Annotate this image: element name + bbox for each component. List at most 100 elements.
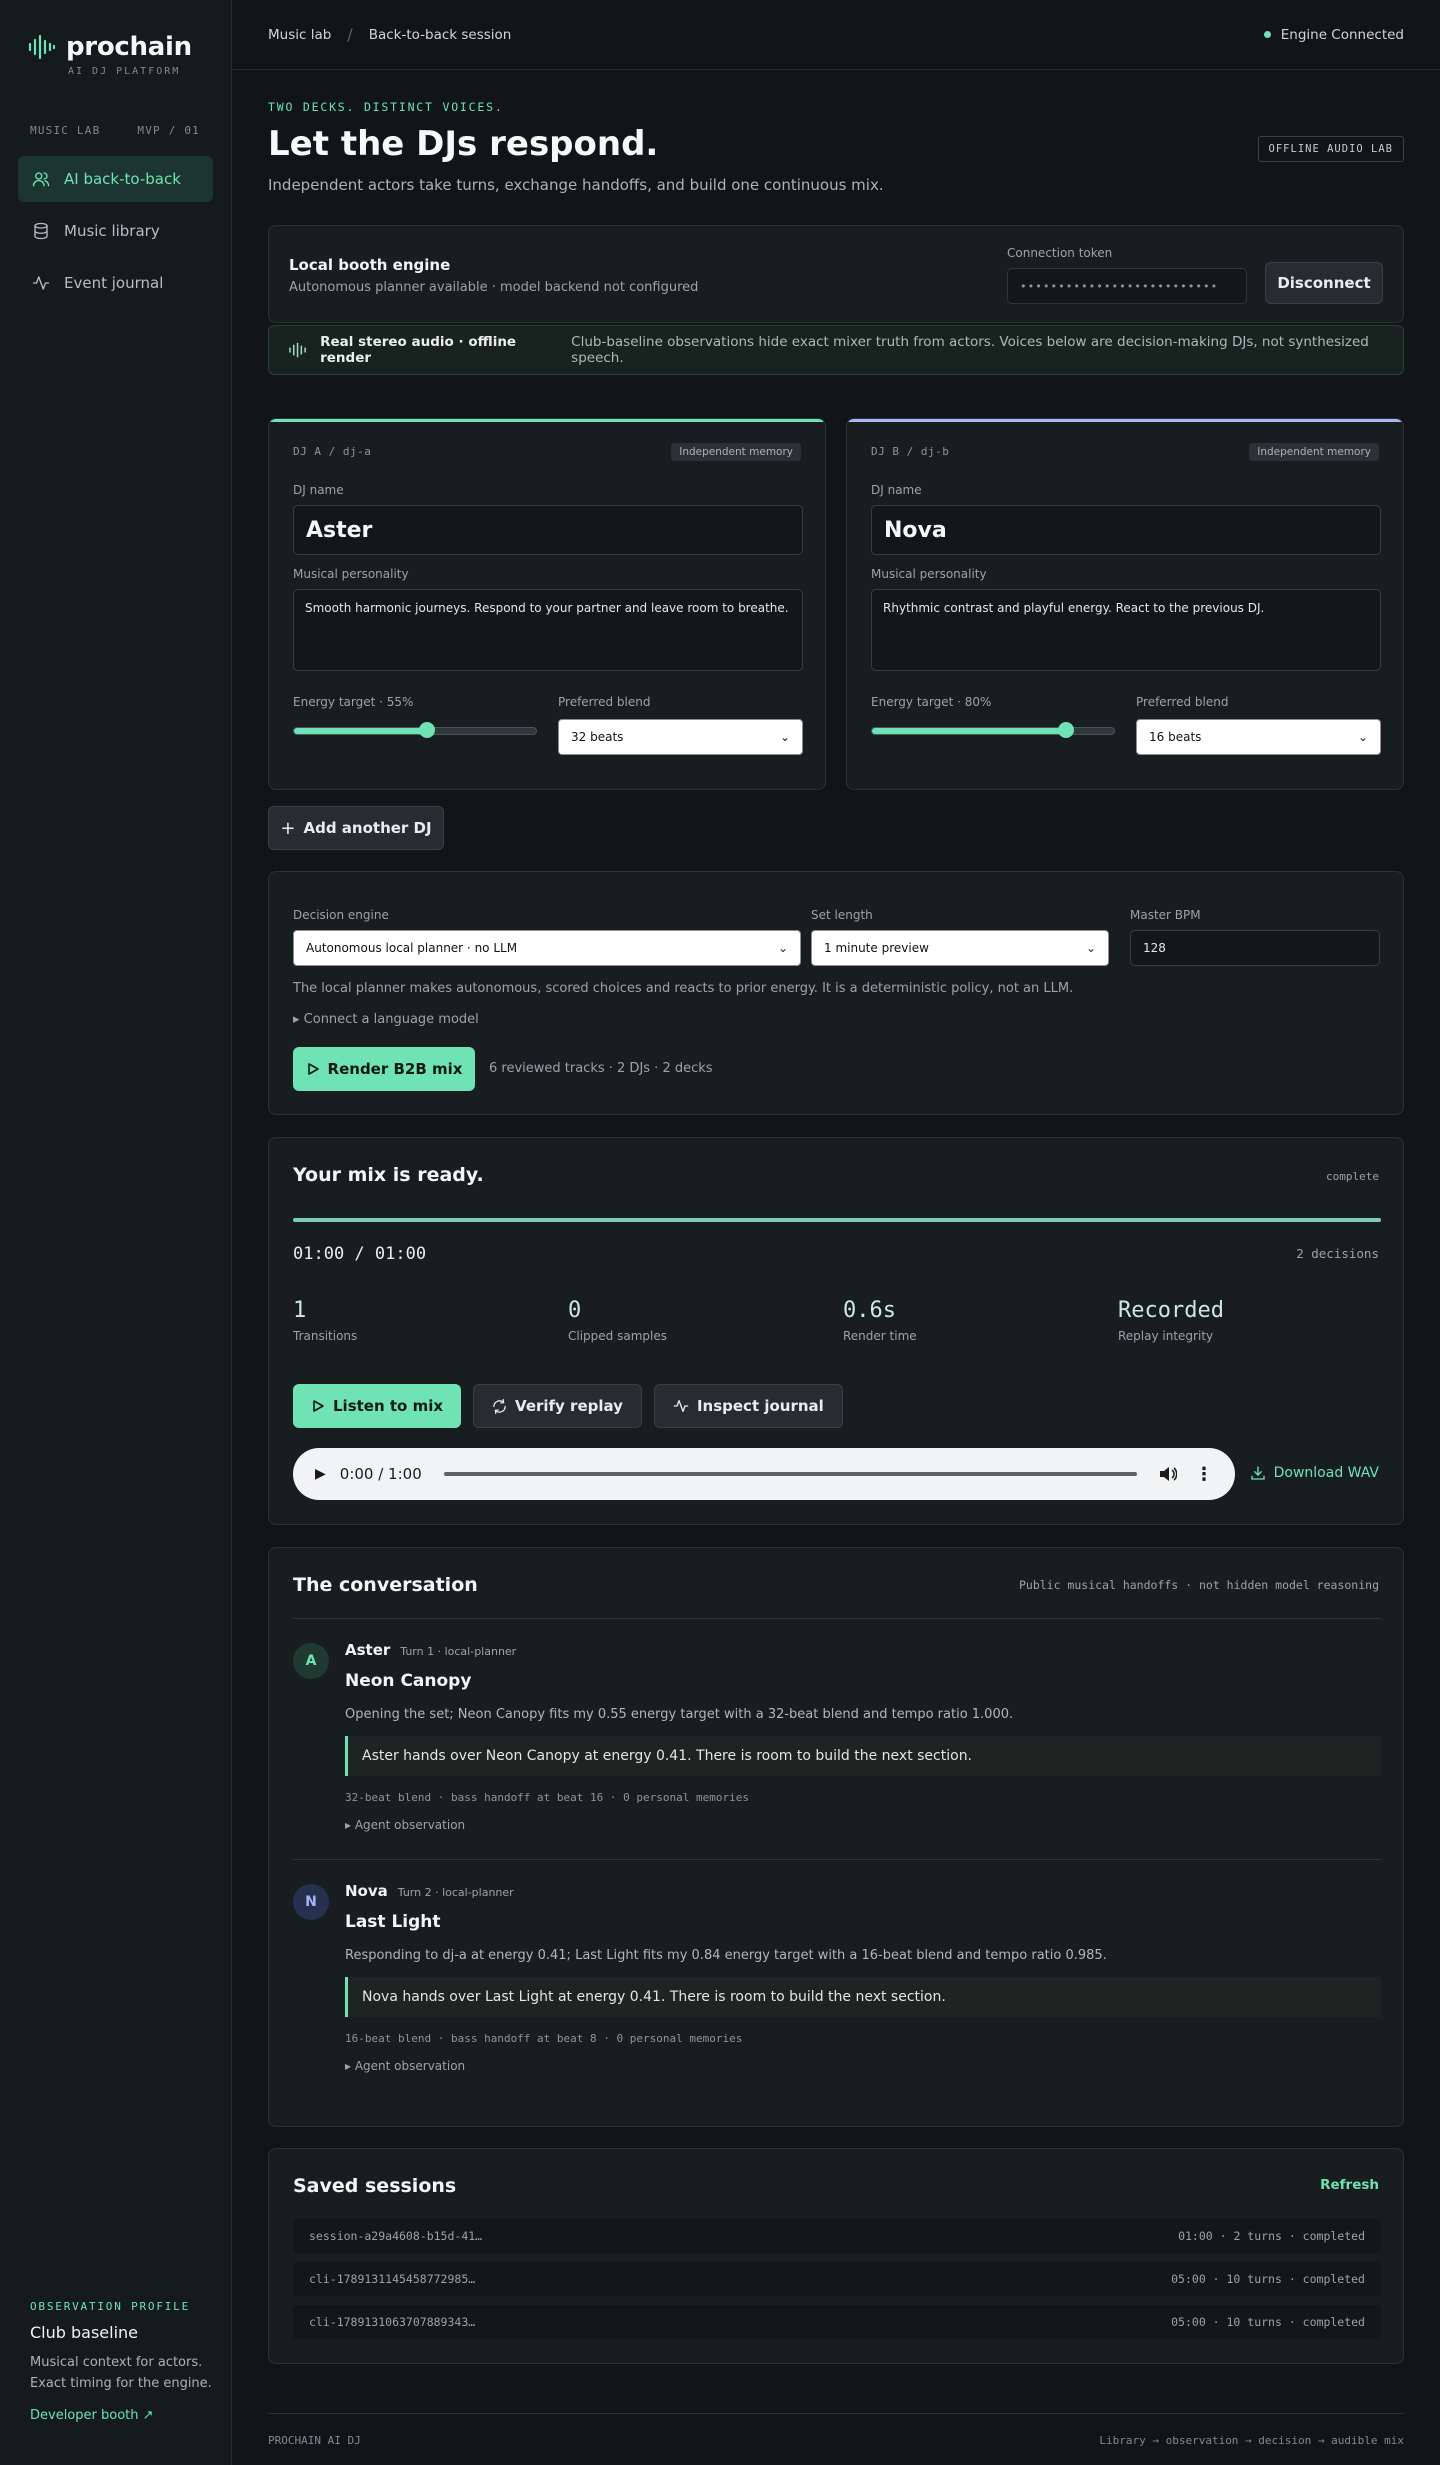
listen-button[interactable]: Listen to mix	[293, 1384, 462, 1428]
verify-label: Verify replay	[515, 1397, 623, 1415]
turn-meta: Turn 1 · local-planner	[400, 1645, 517, 1658]
connect-llm-toggle[interactable]: ▸ Connect a language model	[293, 1012, 479, 1027]
player-play-icon[interactable]: ▶	[315, 1466, 326, 1482]
mix-status: complete	[1326, 1170, 1379, 1183]
blend-value: 16 beats	[1149, 730, 1202, 744]
observation-desc-line: Musical context for actors.	[30, 2355, 203, 2370]
sidebar-item-ai-back-to-back[interactable]: AI back-to-back	[18, 156, 213, 202]
logo[interactable]: prochain AI DJ PLATFORM	[28, 32, 192, 77]
divider	[293, 1618, 1381, 1619]
footer-pipeline: Library → observation → decision → audib…	[1099, 2434, 1404, 2447]
session-row[interactable]: session-a29a4608-b15d-41… 01:00 · 2 turn…	[293, 2219, 1381, 2253]
activity-icon	[32, 276, 50, 290]
topbar: Music lab / Back-to-back session Engine …	[232, 0, 1440, 70]
verify-replay-button[interactable]: Verify replay	[473, 1384, 642, 1428]
master-bpm-input[interactable]: 128	[1130, 930, 1380, 966]
disconnect-button[interactable]: Disconnect	[1265, 262, 1383, 304]
session-info: 01:00 · 2 turns · completed	[1178, 2229, 1365, 2243]
stat-value: 0.6s	[843, 1298, 896, 1323]
session-info: 05:00 · 10 turns · completed	[1171, 2315, 1365, 2329]
blend-label: Preferred blend	[558, 695, 651, 709]
booth-title: Local booth engine	[289, 256, 451, 274]
blend-select[interactable]: 32 beats ⌄	[558, 719, 803, 755]
energy-slider-handle[interactable]	[1057, 722, 1074, 738]
dj-name-input[interactable]: Nova	[871, 505, 1381, 555]
avatar: N	[293, 1884, 329, 1920]
developer-booth-link[interactable]: Developer booth ↗	[30, 2408, 220, 2423]
saved-sessions-title: Saved sessions	[293, 2175, 457, 2197]
engine-status: Engine Connected	[1263, 27, 1404, 43]
inspect-journal-button[interactable]: Inspect journal	[653, 1384, 843, 1428]
energy-slider[interactable]	[871, 722, 1115, 738]
energy-slider-handle[interactable]	[419, 722, 436, 738]
audio-banner: Real stereo audio · offline render Club-…	[268, 325, 1404, 375]
decision-engine-select[interactable]: Autonomous local planner · no LLM ⌄	[293, 930, 801, 966]
turn-header: Nova Turn 2 · local-planner	[345, 1882, 514, 1900]
turn-reason: Responding to dj-a at energy 0.41; Last …	[345, 1948, 1107, 1963]
banner-text: Club-baseline observations hide exact mi…	[571, 334, 1369, 366]
users-icon	[32, 172, 50, 187]
session-row[interactable]: cli-1789131063707889343… 05:00 · 10 turn…	[293, 2305, 1381, 2339]
volume-icon[interactable]	[1159, 1466, 1177, 1482]
session-id: session-a29a4608-b15d-41…	[309, 2229, 483, 2243]
add-dj-label: Add another DJ	[303, 819, 432, 837]
personality-textarea[interactable]: Rhythmic contrast and playful energy. Re…	[871, 589, 1381, 671]
energy-slider[interactable]	[293, 722, 537, 738]
booth-subtitle: Autonomous planner available · model bac…	[289, 280, 699, 295]
bpm-label: Master BPM	[1130, 908, 1201, 922]
refresh-button[interactable]: Refresh	[1320, 2177, 1379, 2193]
sidebar-item-music-library[interactable]: Music library	[18, 208, 213, 254]
turn-track-title: Neon Canopy	[345, 1671, 472, 1691]
turn-dj-name: Nova	[345, 1882, 388, 1900]
sidebar-nav: AI back-to-back Music library Event jour…	[18, 156, 213, 312]
blend-label: Preferred blend	[1136, 695, 1229, 709]
dj-name-label: DJ name	[871, 483, 922, 497]
connection-token-input[interactable]	[1007, 268, 1247, 304]
stat-value: 1	[293, 1298, 307, 1323]
memory-badge: Independent memory	[1249, 443, 1379, 461]
session-id: cli-1789131145458772985…	[309, 2272, 476, 2286]
download-wav-link[interactable]: Download WAV	[1250, 1465, 1379, 1481]
turn-technical-meta: 16-beat blend · bass handoff at beat 8 ·…	[345, 2032, 743, 2045]
turn-header: Aster Turn 1 · local-planner	[345, 1641, 516, 1659]
breadcrumb-current: Back-to-back session	[368, 26, 512, 43]
audio-player: ▶ 0:00 / 1:00 ⋮	[293, 1448, 1235, 1500]
render-label: Render B2B mix	[327, 1060, 463, 1078]
memory-badge: Independent memory	[671, 443, 801, 461]
render-b2b-button[interactable]: Render B2B mix	[293, 1047, 475, 1091]
database-icon	[34, 222, 48, 240]
download-label: Download WAV	[1273, 1465, 1379, 1481]
dj-card-b: DJ B / dj-b Independent memory DJ name N…	[846, 418, 1404, 790]
stat-value: Recorded	[1118, 1298, 1224, 1323]
brand-tagline: AI DJ PLATFORM	[68, 66, 181, 77]
stat-value: 0	[568, 1298, 582, 1323]
set-length-select[interactable]: 1 minute preview ⌄	[811, 930, 1109, 966]
player-seek-bar[interactable]	[443, 1472, 1137, 1476]
turn-handoff: Aster hands over Neon Canopy at energy 0…	[345, 1736, 1381, 1776]
more-options-icon[interactable]: ⋮	[1195, 1464, 1213, 1485]
session-row[interactable]: cli-1789131145458772985… 05:00 · 10 turn…	[293, 2262, 1381, 2296]
dj-name-input[interactable]: Aster	[293, 505, 803, 555]
add-dj-button[interactable]: + Add another DJ	[268, 806, 444, 850]
energy-label: Energy target · 80%	[871, 695, 992, 709]
dj-id: DJ A / dj-a	[293, 445, 372, 458]
observation-profile: OBSERVATION PROFILE Club baseline Musica…	[30, 2300, 220, 2423]
mix-progress-fill	[293, 1218, 1381, 1222]
mix-title: Your mix is ready.	[293, 1164, 484, 1186]
divider	[293, 1859, 1381, 1860]
agent-observation-toggle[interactable]: ▸ Agent observation	[345, 1818, 465, 1832]
length-label: Set length	[811, 908, 873, 922]
version-label: MVP / 01	[137, 124, 200, 137]
agent-observation-toggle[interactable]: ▸ Agent observation	[345, 2059, 465, 2073]
breadcrumb-music-lab[interactable]: Music lab	[268, 27, 331, 43]
stat-label: Transitions	[293, 1329, 358, 1343]
session-id: cli-1789131063707889343…	[309, 2315, 476, 2329]
energy-slider-fill	[872, 728, 1066, 734]
play-icon	[307, 1063, 319, 1075]
turn-dj-name: Aster	[345, 1641, 391, 1659]
sidebar-item-event-journal[interactable]: Event journal	[18, 260, 213, 306]
page-title: Let the DJs respond.	[268, 124, 659, 164]
brand-name: prochain	[66, 32, 192, 62]
personality-textarea[interactable]: Smooth harmonic journeys. Respond to you…	[293, 589, 803, 671]
blend-select[interactable]: 16 beats ⌄	[1136, 719, 1381, 755]
